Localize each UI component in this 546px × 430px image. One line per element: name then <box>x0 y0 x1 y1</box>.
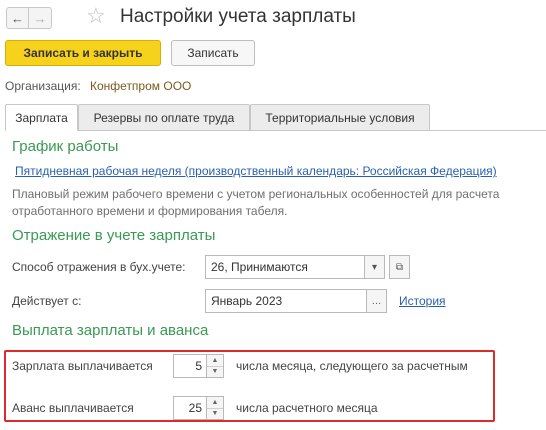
arrow-right-icon: → <box>33 10 47 26</box>
chevron-up-icon[interactable]: ▲ <box>207 355 223 367</box>
effective-date-field[interactable]: Январь 2023 <box>205 289 367 313</box>
chevron-up-icon[interactable]: ▲ <box>207 397 223 409</box>
accounting-method-label: Способ отражения в бух.учете: <box>12 260 186 274</box>
tab-salary[interactable]: Зарплата <box>5 104 78 131</box>
schedule-description: Плановый режим рабочего времени с учетом… <box>12 187 500 218</box>
chevron-down-icon[interactable]: ▼ <box>207 367 223 378</box>
chevron-down-icon[interactable]: ▼ <box>207 409 223 420</box>
salary-day-stepper[interactable]: ▲ ▼ <box>207 354 224 378</box>
ellipsis-icon: … <box>371 295 382 307</box>
schedule-link[interactable]: Пятидневная рабочая неделя (производстве… <box>15 164 497 178</box>
organization-value[interactable]: Конфетпром ООО <box>90 79 191 93</box>
chevron-down-icon: ▾ <box>371 261 378 273</box>
back-button[interactable]: ← <box>6 7 29 29</box>
save-button[interactable]: Записать <box>171 40 255 66</box>
schedule-section-title: График работы <box>12 138 119 155</box>
accounting-method-field[interactable]: 26, Принимаются <box>205 255 365 279</box>
effective-date-label: Действует с: <box>12 294 82 308</box>
open-window-icon: ⧉ <box>395 261 404 273</box>
accounting-section-title: Отражение в учете зарплаты <box>12 227 216 244</box>
salary-day-input[interactable]: 5 <box>173 354 207 378</box>
save-and-close-button[interactable]: Записать и закрыть <box>5 40 161 66</box>
tab-reserves[interactable]: Резервы по оплате труда <box>78 104 250 131</box>
salary-payment-label: Зарплата выплачивается <box>12 359 153 373</box>
forward-button[interactable]: → <box>29 7 52 29</box>
advance-day-suffix: числа расчетного месяца <box>236 401 378 415</box>
select-period-button[interactable]: … <box>366 289 387 313</box>
dropdown-button[interactable]: ▾ <box>364 255 385 279</box>
advance-day-stepper[interactable]: ▲ ▼ <box>207 396 224 420</box>
open-button[interactable]: ⧉ <box>389 255 410 279</box>
advance-day-input[interactable]: 25 <box>173 396 207 420</box>
salary-day-suffix: числа месяца, следующего за расчетным <box>236 359 468 373</box>
arrow-left-icon: ← <box>11 10 24 26</box>
payment-section-title: Выплата зарплаты и аванса <box>12 322 209 339</box>
page-title: Настройки учета зарплаты <box>120 6 356 27</box>
tab-territorial[interactable]: Территориальные условия <box>250 104 430 131</box>
history-link[interactable]: История <box>399 294 446 308</box>
organization-label: Организация: <box>5 79 81 93</box>
star-icon[interactable]: ☆ <box>86 5 106 27</box>
advance-payment-label: Аванс выплачивается <box>12 401 134 415</box>
